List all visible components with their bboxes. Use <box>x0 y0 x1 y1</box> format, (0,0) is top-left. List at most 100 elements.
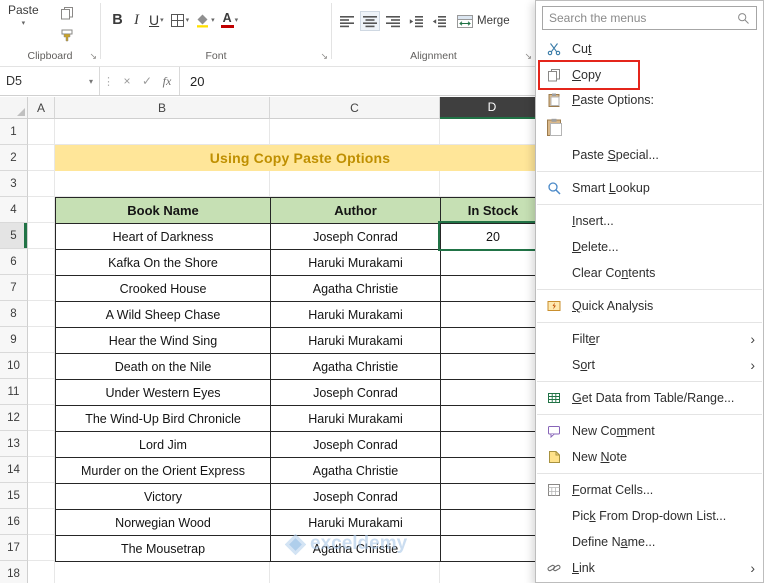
decrease-indent-button[interactable] <box>406 11 426 31</box>
table-cell-B16[interactable]: Norwegian Wood <box>56 510 271 536</box>
cell-A1[interactable] <box>28 119 55 145</box>
menu-item-get-data-from-table-range[interactable]: Get Data from Table/Range... <box>536 385 763 411</box>
row-header-6[interactable]: 6 <box>0 249 28 275</box>
menu-item-pick-from-drop-down-list[interactable]: Pick From Drop-down List... <box>536 503 763 529</box>
cell-A14[interactable] <box>28 457 55 483</box>
fill-color-button[interactable]: ▾ <box>193 9 217 31</box>
cell-C18[interactable] <box>270 561 440 583</box>
cell-A8[interactable] <box>28 301 55 327</box>
column-header-B[interactable]: B <box>55 97 270 119</box>
align-right-button[interactable] <box>383 11 403 31</box>
table-cell-B14[interactable]: Murder on the Orient Express <box>56 458 271 484</box>
cell-A10[interactable] <box>28 353 55 379</box>
table-cell-D5[interactable]: 20 <box>441 224 546 250</box>
table-cell-B10[interactable]: Death on the Nile <box>56 354 271 380</box>
cell-D1[interactable] <box>440 119 545 145</box>
merge-center-button[interactable]: Merge <box>457 14 510 28</box>
table-header-author[interactable]: Author <box>271 198 441 224</box>
paste-button[interactable]: Paste ▾ <box>8 3 39 27</box>
menu-item-paste-special[interactable]: Paste Special... <box>536 142 763 168</box>
table-cell-D14[interactable] <box>441 458 546 484</box>
row-header-10[interactable]: 10 <box>0 353 28 379</box>
copy-button[interactable] <box>58 5 76 21</box>
menu-item-insert[interactable]: Insert... <box>536 208 763 234</box>
menu-item-filter[interactable]: Filter › <box>536 326 763 352</box>
row-header-1[interactable]: 1 <box>0 119 28 145</box>
menu-item-quick-analysis[interactable]: Quick Analysis <box>536 293 763 319</box>
font-color-button[interactable]: A ▾ <box>219 9 241 31</box>
cell-A17[interactable] <box>28 535 55 561</box>
enter-icon[interactable]: ✓ <box>137 74 157 88</box>
row-header-8[interactable]: 8 <box>0 301 28 327</box>
row-header-3[interactable]: 3 <box>0 171 28 197</box>
menu-item-link[interactable]: Link › <box>536 555 763 581</box>
table-cell-D9[interactable] <box>441 328 546 354</box>
cell-A2[interactable] <box>28 145 55 171</box>
table-cell-B17[interactable]: The Mousetrap <box>56 536 271 562</box>
table-cell-D12[interactable] <box>441 406 546 432</box>
menu-item-paste-option-button[interactable] <box>536 112 763 142</box>
menu-item-define-name[interactable]: Define Name... <box>536 529 763 555</box>
cell-B3[interactable] <box>55 171 270 197</box>
table-cell-C13[interactable]: Joseph Conrad <box>271 432 441 458</box>
cell-B1[interactable] <box>55 119 270 145</box>
row-header-15[interactable]: 15 <box>0 483 28 509</box>
cell-D3[interactable] <box>440 171 545 197</box>
table-cell-D6[interactable] <box>441 250 546 276</box>
row-header-11[interactable]: 11 <box>0 379 28 405</box>
column-header-A[interactable]: A <box>28 97 55 119</box>
row-header-4[interactable]: 4 <box>0 197 28 223</box>
row-header-14[interactable]: 14 <box>0 457 28 483</box>
row-header-2[interactable]: 2 <box>0 145 28 171</box>
table-cell-C16[interactable]: Haruki Murakami <box>271 510 441 536</box>
table-cell-B5[interactable]: Heart of Darkness <box>56 224 271 250</box>
table-cell-C7[interactable]: Agatha Christie <box>271 276 441 302</box>
select-all-corner[interactable] <box>0 97 28 119</box>
cell-A16[interactable] <box>28 509 55 535</box>
table-cell-B8[interactable]: A Wild Sheep Chase <box>56 302 271 328</box>
column-header-C[interactable]: C <box>270 97 440 119</box>
table-cell-D11[interactable] <box>441 380 546 406</box>
table-cell-D17[interactable] <box>441 536 546 562</box>
row-header-17[interactable]: 17 <box>0 535 28 561</box>
menu-item-paste-options[interactable]: Paste Options: <box>536 88 763 112</box>
cell-A11[interactable] <box>28 379 55 405</box>
underline-button[interactable]: U ▾ <box>147 9 166 31</box>
cell-C1[interactable] <box>270 119 440 145</box>
table-header-in-stock[interactable]: In Stock <box>441 198 546 224</box>
borders-button[interactable]: ▾ <box>168 9 192 31</box>
italic-button[interactable]: I <box>128 9 145 31</box>
table-cell-D8[interactable] <box>441 302 546 328</box>
dialog-launcher-icon[interactable]: ↘ <box>320 52 328 61</box>
table-cell-B11[interactable]: Under Western Eyes <box>56 380 271 406</box>
row-header-12[interactable]: 12 <box>0 405 28 431</box>
table-cell-C17[interactable]: Agatha Christie <box>271 536 441 562</box>
table-cell-C11[interactable]: Joseph Conrad <box>271 380 441 406</box>
dialog-launcher-icon[interactable]: ↘ <box>89 52 97 61</box>
bold-button[interactable]: B <box>109 9 126 31</box>
increase-indent-button[interactable] <box>429 11 449 31</box>
row-header-13[interactable]: 13 <box>0 431 28 457</box>
menu-item-delete[interactable]: Delete... <box>536 234 763 260</box>
menu-item-smart-lookup[interactable]: Smart Lookup <box>536 175 763 201</box>
cell-A15[interactable] <box>28 483 55 509</box>
cell-C3[interactable] <box>270 171 440 197</box>
table-cell-C10[interactable]: Agatha Christie <box>271 354 441 380</box>
menu-item-sort[interactable]: Sort › <box>536 352 763 378</box>
formula-input[interactable]: 20 <box>182 74 535 89</box>
menu-item-new-note[interactable]: New Note <box>536 444 763 470</box>
title-cell[interactable]: Using Copy Paste Options <box>55 145 545 171</box>
table-cell-B15[interactable]: Victory <box>56 484 271 510</box>
cancel-icon[interactable]: × <box>117 74 137 88</box>
row-header-9[interactable]: 9 <box>0 327 28 353</box>
table-cell-B13[interactable]: Lord Jim <box>56 432 271 458</box>
cell-A3[interactable] <box>28 171 55 197</box>
cell-A4[interactable] <box>28 197 55 223</box>
row-header-5[interactable]: 5 <box>0 223 28 249</box>
table-cell-B7[interactable]: Crooked House <box>56 276 271 302</box>
table-cell-D13[interactable] <box>441 432 546 458</box>
cell-D18[interactable] <box>440 561 545 583</box>
column-header-D[interactable]: D <box>440 97 545 119</box>
table-cell-C12[interactable]: Haruki Murakami <box>271 406 441 432</box>
table-cell-B12[interactable]: The Wind-Up Bird Chronicle <box>56 406 271 432</box>
